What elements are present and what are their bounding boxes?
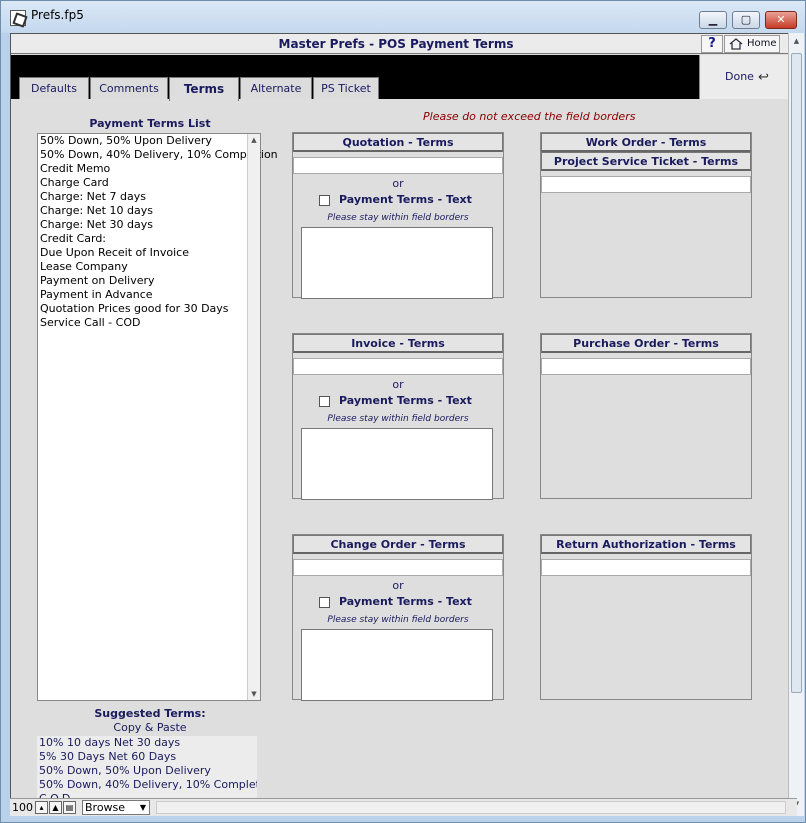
house-icon (729, 38, 743, 50)
window-title: Prefs.fp5 (31, 8, 84, 22)
invoice-terms-field[interactable] (293, 358, 503, 375)
mode-value: Browse (85, 801, 126, 814)
list-item[interactable]: Payment in Advance (38, 288, 260, 302)
payment-text-label: Payment Terms - Text (339, 394, 472, 407)
quotation-terms-field[interactable] (293, 157, 503, 174)
chevron-down-icon: ▼ (139, 803, 146, 812)
help-button[interactable]: ? (701, 35, 723, 53)
list-item[interactable]: Credit Memo (38, 162, 260, 176)
mode-select[interactable]: Browse ▼ (82, 800, 150, 815)
quotation-text-field[interactable] (301, 227, 493, 299)
payment-text-label: Payment Terms - Text (339, 595, 472, 608)
tab-comments[interactable]: Comments (90, 77, 168, 99)
done-label: Done (725, 70, 754, 83)
list-item[interactable]: Charge: Net 30 days (38, 218, 260, 232)
suggested-terms-label: Suggested Terms: (94, 707, 206, 720)
list-item[interactable]: Quotation Prices good for 30 Days (38, 302, 260, 316)
zoom-out-icon[interactable]: ▴ (35, 801, 48, 814)
payment-text-checkbox[interactable] (319, 195, 330, 206)
invoice-terms-panel: Invoice - Terms or Payment Terms - Text … (292, 333, 504, 500)
list-item[interactable]: Credit Card: (38, 232, 260, 246)
page-title: Master Prefs - POS Payment Terms (278, 37, 514, 51)
status-bar: 100 ▴ ▲ ▤ Browse ▼ (10, 798, 797, 816)
list-item[interactable]: 50% Down, 40% Delivery, 10% Completion (38, 148, 278, 162)
purchase-order-terms-title: Purchase Order - Terms (541, 334, 751, 353)
title-bar: Prefs.fp5 ▁ ▢ ✕ (1, 1, 805, 33)
purchase-order-terms-panel: Purchase Order - Terms (540, 333, 752, 499)
list-item: 5% 30 Days Net 60 Days (39, 750, 177, 763)
return-arrow-icon: ↩ (758, 70, 769, 85)
suggested-terms-field[interactable]: 10% 10 days Net 30 days 5% 30 Days Net 6… (37, 736, 257, 800)
app-window: Prefs.fp5 ▁ ▢ ✕ Master Prefs - POS Payme… (0, 0, 806, 823)
or-label: or (392, 378, 404, 391)
invoice-terms-title: Invoice - Terms (293, 334, 503, 353)
list-item[interactable]: Lease Company (38, 260, 260, 274)
copy-paste-label: Copy & Paste (113, 721, 187, 734)
minimize-button[interactable]: ▁ (699, 11, 727, 29)
list-item[interactable]: Service Call - COD (38, 316, 260, 330)
list-item: 50% Down, 40% Delivery, 10% Completion (39, 778, 257, 791)
quotation-terms-panel: Quotation - Terms or Payment Terms - Tex… (292, 132, 504, 299)
scrollbar-thumb[interactable] (791, 53, 802, 693)
list-item[interactable]: 50% Down, 50% Upon Delivery (38, 134, 260, 148)
close-button[interactable]: ✕ (765, 11, 797, 29)
window-vertical-scrollbar[interactable]: ▲ ▼ (788, 33, 804, 816)
tab-ps-ticket[interactable]: PS Ticket (313, 77, 379, 99)
or-label: or (392, 177, 404, 190)
home-label: Home (747, 38, 777, 49)
tab-terms[interactable]: Terms (169, 77, 239, 101)
work-order-terms-panel: Work Order - Terms Project Service Ticke… (540, 132, 752, 298)
payment-terms-list-label: Payment Terms List (89, 117, 211, 130)
project-service-ticket-terms-title: Project Service Ticket - Terms (541, 152, 751, 171)
list-item: 50% Down, 50% Upon Delivery (39, 764, 211, 777)
zoom-level[interactable]: 100 (12, 801, 33, 814)
scroll-up-icon[interactable]: ▲ (791, 37, 802, 49)
horizontal-scrollbar[interactable] (156, 801, 786, 814)
list-item[interactable]: Payment on Delivery (38, 274, 260, 288)
change-order-text-field[interactable] (301, 629, 493, 701)
invoice-text-field[interactable] (301, 428, 493, 500)
change-order-terms-field[interactable] (293, 559, 503, 576)
quotation-terms-title: Quotation - Terms (293, 133, 503, 152)
return-authorization-terms-panel: Return Authorization - Terms (540, 534, 752, 700)
status-area-toggle-icon[interactable]: ▤ (63, 801, 76, 814)
scroll-up-icon[interactable]: ▲ (248, 134, 260, 146)
list-item[interactable]: Charge: Net 7 days (38, 190, 260, 204)
payment-text-label: Payment Terms - Text (339, 193, 472, 206)
work-order-terms-field[interactable] (541, 176, 751, 193)
tab-alternate[interactable]: Alternate (240, 77, 312, 99)
layout-area: Master Prefs - POS Payment Terms ? Home … (10, 33, 797, 816)
zoom-in-icon[interactable]: ▲ (49, 801, 62, 814)
or-label: or (392, 579, 404, 592)
list-item: 10% 10 days Net 30 days (39, 736, 181, 749)
done-button[interactable]: Done ↩ (699, 55, 796, 99)
stay-within-note: Please stay within field borders (327, 213, 469, 223)
change-order-terms-title: Change Order - Terms (293, 535, 503, 554)
payment-text-checkbox[interactable] (319, 597, 330, 608)
field-border-warning: Please do not exceed the field borders (423, 110, 636, 123)
header-bar: Master Prefs - POS Payment Terms ? Home (11, 34, 796, 54)
maximize-button[interactable]: ▢ (732, 11, 760, 29)
list-item[interactable]: Charge: Net 10 days (38, 204, 260, 218)
list-item[interactable]: Due Upon Receit of Invoice (38, 246, 260, 260)
return-authorization-terms-title: Return Authorization - Terms (541, 535, 751, 554)
payment-terms-list[interactable]: 50% Down, 50% Upon Delivery 50% Down, 40… (37, 133, 278, 701)
return-authorization-terms-field[interactable] (541, 559, 751, 576)
list-item[interactable]: Charge Card (38, 176, 260, 190)
tab-defaults[interactable]: Defaults (19, 77, 89, 99)
work-order-terms-title: Work Order - Terms (541, 133, 751, 152)
scroll-down-icon[interactable]: ▼ (248, 688, 260, 700)
app-icon (10, 10, 26, 26)
stay-within-note: Please stay within field borders (327, 615, 469, 625)
payment-text-checkbox[interactable] (319, 396, 330, 407)
change-order-terms-panel: Change Order - Terms or Payment Terms - … (292, 534, 504, 701)
list-scrollbar[interactable]: ▲ ▼ (247, 134, 260, 700)
home-button[interactable]: Home (724, 35, 780, 53)
stay-within-note: Please stay within field borders (327, 414, 469, 424)
purchase-order-terms-field[interactable] (541, 358, 751, 375)
